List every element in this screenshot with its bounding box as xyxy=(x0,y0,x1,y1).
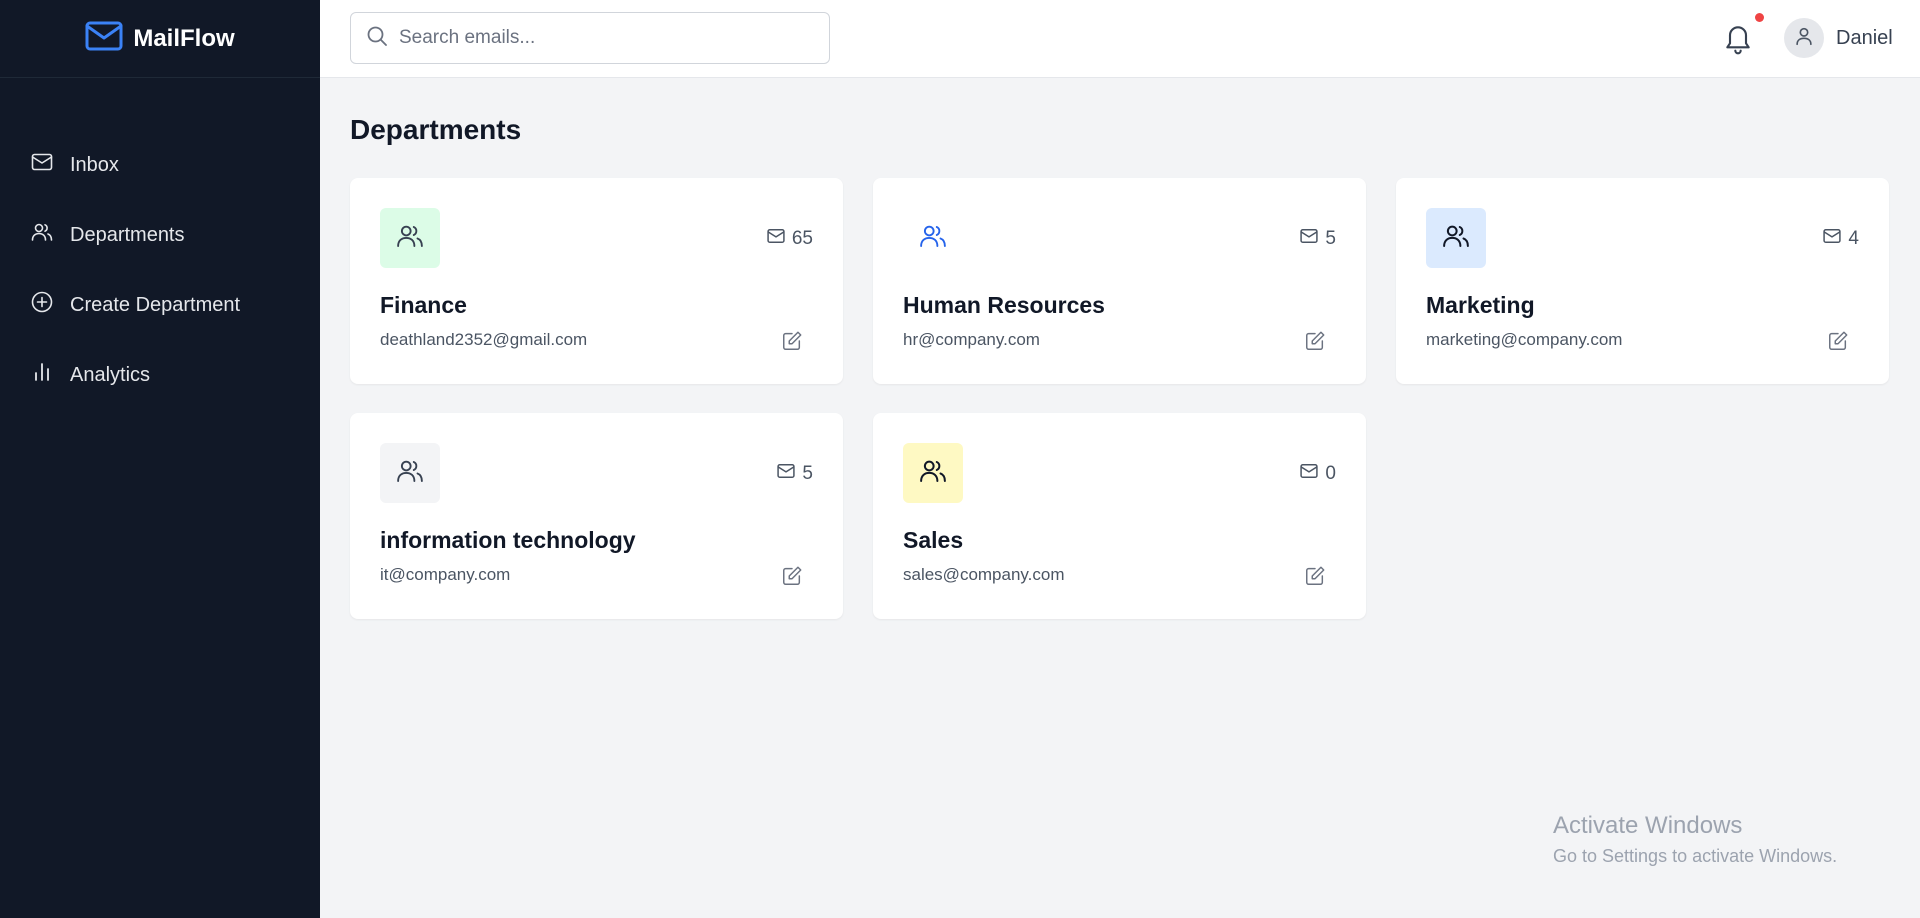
department-avatar xyxy=(903,208,963,268)
edit-button[interactable] xyxy=(781,565,803,587)
edit-button[interactable] xyxy=(1304,565,1326,587)
sidebar-item-inbox[interactable]: Inbox xyxy=(0,130,320,200)
department-avatar xyxy=(1426,208,1486,268)
mail-icon xyxy=(1299,461,1319,487)
email-count-value: 0 xyxy=(1325,463,1336,484)
department-card-sales[interactable]: 0 Sales sales@company.com xyxy=(873,413,1366,619)
department-card-marketing[interactable]: 4 Marketing marketing@company.com xyxy=(1396,178,1889,384)
email-count: 5 xyxy=(776,461,813,487)
users-icon xyxy=(395,221,425,256)
department-avatar xyxy=(380,208,440,268)
user-icon xyxy=(1793,25,1815,52)
email-count: 65 xyxy=(766,226,813,252)
department-name: Human Resources xyxy=(903,292,1105,318)
search-box xyxy=(350,12,830,64)
watermark-subtitle: Go to Settings to activate Windows. xyxy=(1553,846,1838,866)
department-email: hr@company.com xyxy=(903,330,1040,349)
department-name: Sales xyxy=(903,527,964,553)
edit-button[interactable] xyxy=(1827,330,1849,352)
bell-icon xyxy=(1722,26,1754,60)
avatar xyxy=(1784,18,1824,58)
mail-logo-icon xyxy=(85,21,123,56)
department-email: sales@company.com xyxy=(903,565,1065,584)
department-name: Finance xyxy=(380,292,467,318)
sidebar-item-label: Inbox xyxy=(70,153,119,176)
plus-circle-icon xyxy=(30,290,54,320)
edit-icon xyxy=(781,331,803,356)
edit-icon xyxy=(1827,331,1849,356)
sidebar-item-create-department[interactable]: Create Department xyxy=(0,270,320,340)
department-email: it@company.com xyxy=(380,565,511,584)
edit-icon xyxy=(1304,566,1326,591)
email-count-value: 65 xyxy=(791,228,813,249)
email-count: 4 xyxy=(1822,226,1859,252)
activation-watermark: Activate Windows Go to Settings to activ… xyxy=(1553,812,1837,867)
mail-icon xyxy=(30,150,54,180)
users-icon xyxy=(30,220,54,250)
sidebar-nav: Inbox Departments Create Department Anal… xyxy=(0,78,320,410)
mail-icon xyxy=(1299,226,1319,252)
edit-icon xyxy=(781,566,803,591)
mail-icon xyxy=(766,226,786,252)
email-count-value: 5 xyxy=(1325,228,1336,249)
bar-chart-icon xyxy=(30,360,54,390)
sidebar-item-label: Departments xyxy=(70,223,185,246)
users-icon xyxy=(1441,221,1471,256)
sidebar-item-label: Analytics xyxy=(70,363,151,386)
department-avatar xyxy=(380,443,440,503)
department-card-human-resources[interactable]: 5 Human Resources hr@company.com xyxy=(873,178,1366,384)
watermark-title: Activate Windows xyxy=(1553,812,1743,839)
notification-button[interactable] xyxy=(1722,20,1754,56)
edit-icon xyxy=(1304,331,1326,356)
edit-button[interactable] xyxy=(1304,330,1326,352)
sidebar: MailFlow Inbox Departments Create Depart… xyxy=(0,0,320,918)
brand[interactable]: MailFlow xyxy=(0,0,320,78)
search-icon xyxy=(365,24,389,53)
users-icon xyxy=(395,456,425,491)
mail-icon xyxy=(1822,226,1842,252)
app-name: MailFlow xyxy=(133,24,235,52)
department-name: Marketing xyxy=(1426,292,1535,318)
department-card-finance[interactable]: 65 Finance deathland2352@gmail.com xyxy=(350,178,843,384)
email-count: 5 xyxy=(1299,226,1336,252)
page-title: Departments xyxy=(350,114,522,145)
edit-button[interactable] xyxy=(781,330,803,352)
mail-icon xyxy=(776,461,796,487)
email-count-value: 5 xyxy=(802,463,813,484)
department-card-information-technology[interactable]: 5 information technology it@company.com xyxy=(350,413,843,619)
users-icon xyxy=(918,456,948,491)
email-count-value: 4 xyxy=(1848,228,1859,249)
sidebar-item-label: Create Department xyxy=(70,293,241,316)
notification-dot xyxy=(1755,13,1764,22)
department-email: deathland2352@gmail.com xyxy=(380,330,588,349)
search-input[interactable] xyxy=(399,27,819,49)
user-name: Daniel xyxy=(1836,26,1893,49)
top-bar: Daniel xyxy=(320,0,1920,78)
user-menu[interactable]: Daniel xyxy=(1784,18,1893,58)
users-icon xyxy=(918,221,948,256)
department-avatar xyxy=(903,443,963,503)
department-name: information technology xyxy=(380,527,636,553)
email-count: 0 xyxy=(1299,461,1336,487)
department-email: marketing@company.com xyxy=(1426,330,1623,349)
sidebar-item-analytics[interactable]: Analytics xyxy=(0,340,320,410)
sidebar-item-departments[interactable]: Departments xyxy=(0,200,320,270)
